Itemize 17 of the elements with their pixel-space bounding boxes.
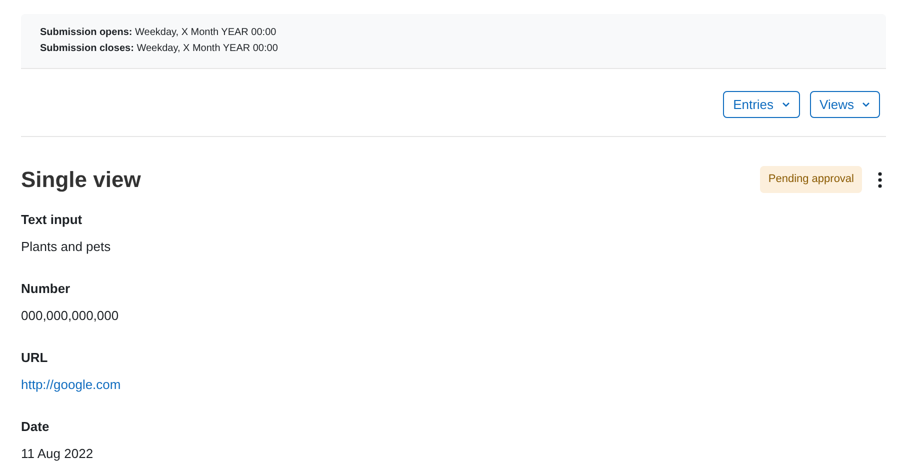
submission-date-text: Submission opens: Weekday, X Month YEAR 00:00 (40, 26, 278, 40)
field-label: Date (21, 419, 50, 435)
page-heading: Single view (21, 166, 141, 194)
more-options-icon[interactable] (878, 172, 882, 188)
chevron-down-icon (782, 102, 790, 107)
dropdown-button[interactable]: Views (810, 91, 880, 118)
status-badge: Pending approval (760, 166, 862, 193)
field-value: Plants and pets (21, 239, 112, 255)
field-value: 11 Aug 2022 (21, 446, 94, 462)
url-link[interactable]: http://google.com (21, 377, 121, 393)
field-label: Text input (21, 212, 84, 228)
field-label: URL (21, 350, 49, 366)
field-value: 000,000,000,000 (21, 308, 120, 324)
submission-date-text: Submission closes: Weekday, X Month YEAR 00:00 (40, 42, 279, 56)
field-label: Number (21, 281, 72, 297)
dropdown-button[interactable]: Entries (723, 91, 800, 118)
chevron-down-icon (862, 102, 870, 107)
